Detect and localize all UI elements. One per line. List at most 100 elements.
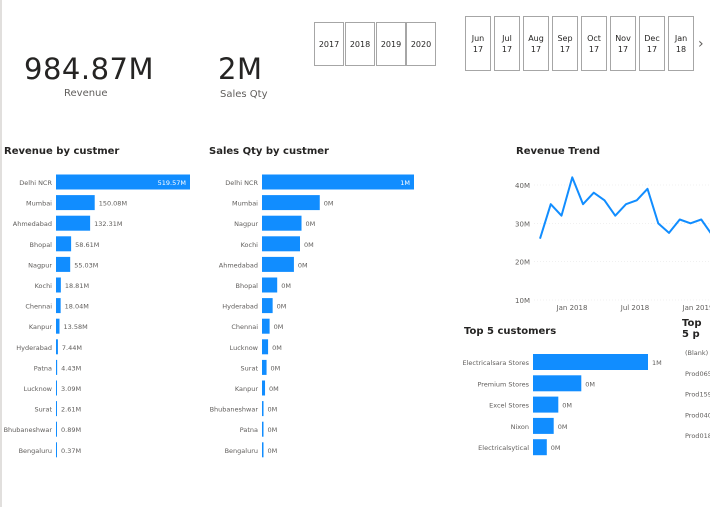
data-label: 0M <box>306 220 316 228</box>
year-slicer-2017[interactable]: 2017 <box>314 22 344 66</box>
month-name: Oct <box>587 33 601 43</box>
bar <box>533 417 554 434</box>
sales-qty-kpi-label: Sales Qty <box>220 89 268 100</box>
data-label: 2.61M <box>61 406 81 414</box>
data-label: 0M <box>269 385 279 393</box>
year-slicer-2018[interactable]: 2018 <box>345 22 375 66</box>
category-label: Excel Stores <box>489 402 529 410</box>
bar <box>56 236 72 252</box>
month-slicer-item[interactable]: Oct 17 <box>581 16 607 71</box>
bar <box>533 354 648 370</box>
category-label: Bhopal <box>30 241 53 249</box>
bar <box>262 442 264 458</box>
bar <box>262 421 264 437</box>
revenue-kpi-value: 984.87M <box>24 52 154 86</box>
bar <box>262 236 300 252</box>
month-slicer-item[interactable]: Aug 17 <box>523 16 549 71</box>
category-label: Kanpur <box>29 323 52 331</box>
category-label: Surat <box>35 406 53 414</box>
data-label: 4.43M <box>61 364 81 372</box>
category-label: Electricalsytical <box>478 444 529 452</box>
x-tick-label: Jan 2019 <box>682 304 710 312</box>
category-label: Hyderabad <box>16 344 52 352</box>
category-label: Kanpur <box>235 385 258 393</box>
category-label: Bengaluru <box>19 447 52 455</box>
data-label: 0.37M <box>61 447 81 455</box>
data-label: 519.57M <box>158 179 186 187</box>
x-tick-label: Jan 2018 <box>556 304 588 312</box>
bar <box>262 401 264 417</box>
bar <box>56 339 58 355</box>
bar <box>56 256 71 272</box>
report-left-edge <box>0 0 2 507</box>
data-label: 55.03M <box>74 261 98 269</box>
data-label: 150.08M <box>99 200 127 208</box>
data-label: 0M <box>324 200 334 208</box>
month-slicer-item[interactable]: Jan 18 <box>668 16 694 71</box>
category-label: Delhi NCR <box>19 179 52 187</box>
bar <box>262 215 302 231</box>
month-name: Dec <box>644 33 660 43</box>
month-year: 17 <box>472 44 484 54</box>
month-name: Jul <box>502 33 512 43</box>
data-label: 3.09M <box>61 385 81 393</box>
month-slicer-item[interactable]: Jun 17 <box>465 16 491 71</box>
category-label: Nagpur <box>234 220 258 228</box>
top-5-customers-title: Top 5 customers <box>464 326 557 337</box>
month-slicer-item[interactable]: Jul 17 <box>494 16 520 71</box>
top-5-products-title: Top 5 p <box>682 318 702 340</box>
data-label: 0M <box>558 423 568 431</box>
year-slicer-2020[interactable]: 2020 <box>406 22 436 66</box>
bar <box>533 439 547 456</box>
data-label: 58.61M <box>75 241 99 249</box>
data-label: 0M <box>551 444 561 452</box>
category-label: Hyderabad <box>222 303 258 311</box>
category-label: Prod159 <box>685 391 710 399</box>
bar <box>262 277 278 293</box>
month-slicer-item[interactable]: Nov 17 <box>610 16 636 71</box>
data-label: 1M <box>652 359 662 367</box>
bar <box>262 256 294 272</box>
x-tick-label: Jul 2018 <box>620 304 650 312</box>
data-label: 0M <box>277 303 287 311</box>
month-year: 17 <box>617 44 629 54</box>
category-label: Mumbai <box>26 200 52 208</box>
month-slicer-item[interactable]: Sep 17 <box>552 16 578 71</box>
data-label: 0.89M <box>61 426 81 434</box>
y-tick-label: 30M <box>515 220 530 228</box>
data-label: 0M <box>268 426 278 434</box>
category-label: Bengaluru <box>225 447 258 455</box>
category-label: Patna <box>240 426 258 434</box>
revenue-trend-line <box>539 176 710 239</box>
category-label: Bhubaneshwar <box>210 406 259 414</box>
bar <box>56 174 190 190</box>
data-label: 0M <box>304 241 314 249</box>
bar <box>56 277 61 293</box>
y-tick-label: 20M <box>515 259 530 267</box>
category-label: Lucknow <box>230 344 259 352</box>
bar <box>56 442 57 458</box>
month-year: 17 <box>646 44 658 54</box>
category-label: Chennai <box>25 303 52 311</box>
chevron-right-icon[interactable]: › <box>698 36 704 52</box>
data-label: 1M <box>400 179 410 187</box>
bar <box>262 339 269 355</box>
month-name: Aug <box>528 33 544 43</box>
month-name: Jan <box>674 33 688 43</box>
month-name: Sep <box>557 33 573 43</box>
data-label: 13.58M <box>64 323 88 331</box>
data-label: 0M <box>271 364 281 372</box>
category-label: (Blank) <box>685 349 708 357</box>
bar <box>56 380 57 396</box>
year-slicer-2019[interactable]: 2019 <box>376 22 406 66</box>
bar <box>56 318 60 334</box>
data-label: 0M <box>272 344 282 352</box>
bar <box>262 195 320 211</box>
data-label: 0M <box>562 402 572 410</box>
bar <box>56 421 57 437</box>
category-label: Prod065 <box>685 370 710 378</box>
month-slicer-item[interactable]: Dec 17 <box>639 16 665 71</box>
bar <box>262 174 414 190</box>
data-label: 0M <box>585 380 595 388</box>
month-year: 17 <box>530 44 542 54</box>
